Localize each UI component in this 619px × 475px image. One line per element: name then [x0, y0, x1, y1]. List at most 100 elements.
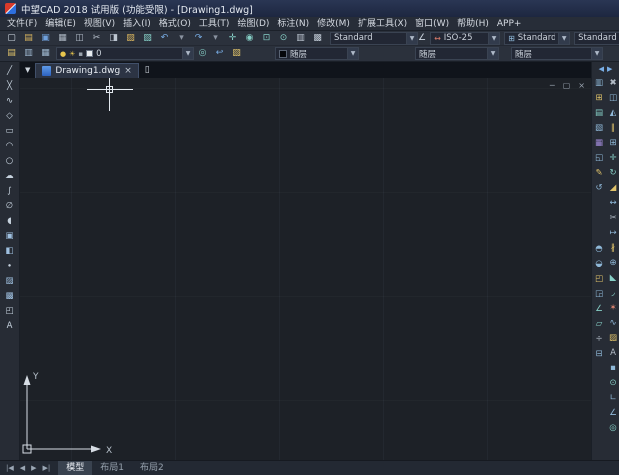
ortho-mode-icon[interactable]: ∟ — [606, 391, 619, 406]
child-close-button[interactable]: × — [578, 81, 585, 91]
divide-icon[interactable]: ÷ — [592, 332, 606, 347]
polygon-tool-icon[interactable]: ◇ — [2, 109, 18, 124]
tab-model[interactable]: 模型 — [58, 461, 92, 475]
menu-modify[interactable]: 修改(M) — [313, 17, 354, 31]
zoom-realtime-icon[interactable]: ◉ — [241, 31, 258, 46]
dim-style-dropdown[interactable]: ↔ ISO-25 ▼ — [430, 32, 500, 45]
last-layout-button[interactable]: ▶| — [40, 464, 54, 472]
mtext-tool-icon[interactable]: A — [2, 319, 18, 334]
text-edit-tool-icon[interactable]: A — [606, 346, 619, 361]
menu-edit[interactable]: 编辑(E) — [41, 17, 80, 31]
chevron-down-icon[interactable]: ▼ — [591, 48, 602, 59]
properties-palette-icon[interactable]: ▥ — [292, 31, 309, 46]
toolbar-scroll-left-icon[interactable]: ◀ — [599, 65, 604, 73]
tab-layout1[interactable]: 布局1 — [92, 461, 132, 475]
grip-settings-icon[interactable]: ▪ — [606, 361, 619, 376]
tab-layout2[interactable]: 布局2 — [132, 461, 172, 475]
gradient-tool-icon[interactable]: ▩ — [2, 289, 18, 304]
lineweight-dropdown[interactable]: 随层 ▼ — [511, 47, 603, 60]
paste-icon[interactable]: ▨ — [122, 31, 139, 46]
chevron-down-icon[interactable]: ▼ — [182, 48, 193, 59]
trim-tool-icon[interactable]: ✂ — [606, 211, 619, 226]
zoom-window-icon[interactable]: ⊡ — [258, 31, 275, 46]
layer-properties-manager-icon[interactable]: ▤ — [3, 46, 20, 61]
join-tool-icon[interactable]: ⊕ — [606, 256, 619, 271]
break-tool-icon[interactable]: ∦ — [606, 241, 619, 256]
hatch-edit-tool-icon[interactable]: ▨ — [606, 331, 619, 346]
chevron-down-icon[interactable]: ▼ — [487, 48, 498, 59]
scale-tool-icon[interactable]: ◢ — [606, 181, 619, 196]
save-icon[interactable]: ▣ — [37, 31, 54, 46]
insert-block-tool-icon[interactable]: ▣ — [2, 229, 18, 244]
mirror-tool-icon[interactable]: ◭ — [606, 106, 619, 121]
fillet-tool-icon[interactable]: ◞ — [606, 286, 619, 301]
pan-icon[interactable]: ✛ — [224, 31, 241, 46]
menu-insert[interactable]: 插入(I) — [119, 17, 155, 31]
erase-tool-icon[interactable]: ✖ — [606, 76, 619, 91]
table-icon[interactable]: ⊟ — [592, 347, 606, 362]
chevron-down-icon[interactable]: ▼ — [347, 48, 358, 59]
document-tab[interactable]: Drawing1.dwg × — [35, 63, 138, 78]
titlebar[interactable]: 中望CAD 2018 试用版 (功能受限) - [Drawing1.dwg] — [0, 0, 619, 17]
menu-tools[interactable]: 工具(T) — [195, 17, 234, 31]
menu-express-tools[interactable]: 扩展工具(X) — [354, 17, 411, 31]
menu-format[interactable]: 格式(O) — [155, 17, 195, 31]
stretch-tool-icon[interactable]: ↔ — [606, 196, 619, 211]
draw-order-front-icon[interactable]: ◓ — [592, 242, 606, 257]
menu-file[interactable]: 文件(F) — [3, 17, 41, 31]
first-layout-button[interactable]: |◀ — [3, 464, 17, 472]
point-tool-icon[interactable]: ∙ — [2, 259, 18, 274]
construction-line-tool-icon[interactable]: ╳ — [2, 79, 18, 94]
rotate-tool-icon[interactable]: ↻ — [606, 166, 619, 181]
next-layout-button[interactable]: ▶ — [28, 464, 39, 472]
circle-tool-icon[interactable]: ○ — [2, 154, 18, 169]
design-center-panel-icon[interactable]: ▤ — [592, 106, 606, 121]
chevron-down-icon[interactable]: ▼ — [406, 33, 417, 44]
toolbar-scroll-right-icon[interactable]: ▶ — [607, 65, 612, 73]
print-preview-icon[interactable]: ◫ — [71, 31, 88, 46]
design-center-icon[interactable]: ▩ — [309, 31, 326, 46]
revision-cloud-tool-icon[interactable]: ☁ — [2, 169, 18, 184]
prev-layout-button[interactable]: ◀ — [17, 464, 28, 472]
polar-tracking-icon[interactable]: ∠ — [606, 406, 619, 421]
polyline-edit-tool-icon[interactable]: ∿ — [606, 316, 619, 331]
ucs-settings-icon[interactable]: ◎ — [606, 421, 619, 436]
plot-icon[interactable]: ▦ — [54, 31, 71, 46]
mleader-style-dropdown[interactable]: Standard ▼ — [574, 32, 619, 45]
markup-manager-icon[interactable]: ✎ — [592, 166, 606, 181]
ellipse-tool-icon[interactable]: ∅ — [2, 199, 18, 214]
make-object-layer-current-icon[interactable]: ◎ — [194, 46, 211, 61]
sheet-set-manager-icon[interactable]: ▦ — [592, 136, 606, 151]
measure-area-icon[interactable]: ▱ — [592, 317, 606, 332]
properties-panel-icon[interactable]: ▥ — [592, 76, 606, 91]
close-tab-icon[interactable]: × — [124, 66, 132, 76]
quick-calculator-icon[interactable]: ⊞ — [592, 91, 606, 106]
extend-tool-icon[interactable]: ↦ — [606, 226, 619, 241]
group-icon[interactable]: ◰ — [592, 272, 606, 287]
child-minimize-button[interactable]: ─ — [550, 81, 555, 91]
text-style-dropdown[interactable]: Standard ▼ — [330, 32, 418, 45]
arc-tool-icon[interactable]: ◠ — [2, 139, 18, 154]
explode-tool-icon[interactable]: ✶ — [606, 301, 619, 316]
offset-tool-icon[interactable]: ∥ — [606, 121, 619, 136]
redo-icon[interactable]: ↷ — [190, 31, 207, 46]
layer-previous-icon[interactable]: ↩ — [211, 46, 228, 61]
undo-list-arrow-icon[interactable]: ▾ — [173, 31, 190, 46]
copy-object-tool-icon[interactable]: ◫ — [606, 91, 619, 106]
menu-draw[interactable]: 绘图(D) — [233, 17, 273, 31]
line-tool-icon[interactable]: ╱ — [2, 64, 18, 79]
layer-filter-icon[interactable]: ▦ — [37, 46, 54, 61]
hatch-tool-icon[interactable]: ▨ — [2, 274, 18, 289]
menu-app-plus[interactable]: APP+ — [493, 17, 526, 31]
menu-help[interactable]: 帮助(H) — [453, 17, 493, 31]
xref-manager-icon[interactable]: ◱ — [592, 151, 606, 166]
new-file-icon[interactable]: ▢ — [3, 31, 20, 46]
undo-icon[interactable]: ↶ — [156, 31, 173, 46]
menu-view[interactable]: 视图(V) — [80, 17, 119, 31]
zoom-previous-icon[interactable]: ⊙ — [275, 31, 292, 46]
open-file-icon[interactable]: ▤ — [20, 31, 37, 46]
menu-window[interactable]: 窗口(W) — [411, 17, 453, 31]
menu-dimension[interactable]: 标注(N) — [273, 17, 313, 31]
drawing-canvas[interactable]: ─▢× Y X — [20, 78, 591, 460]
region-tool-icon[interactable]: ◰ — [2, 304, 18, 319]
